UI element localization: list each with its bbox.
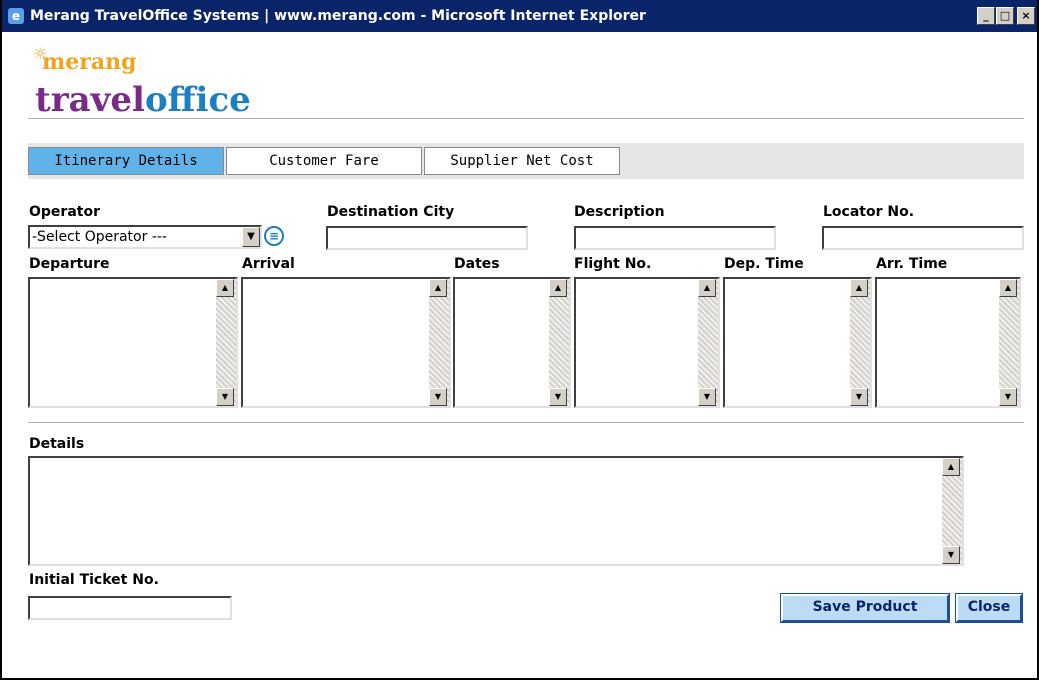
window-title: Merang TravelOffice Systems | www.merang…	[30, 8, 646, 24]
save-product-button[interactable]: Save Product	[780, 593, 950, 623]
chevron-down-icon[interactable]: ▼	[242, 227, 260, 247]
locator-no-input[interactable]	[822, 226, 1024, 250]
initial-ticket-no-input[interactable]	[28, 596, 232, 620]
logo-office: office	[144, 80, 251, 120]
minimize-button[interactable]: _	[977, 7, 995, 25]
tab-itinerary-details[interactable]: Itinerary Details	[28, 147, 224, 175]
scrollbar[interactable]: ▲ ▼	[698, 279, 718, 406]
scroll-down-icon[interactable]: ▼	[999, 388, 1017, 406]
section-divider	[28, 422, 1024, 423]
tab-supplier-net-cost[interactable]: Supplier Net Cost	[424, 147, 620, 175]
scroll-up-icon[interactable]: ▲	[850, 279, 868, 297]
details-textarea[interactable]: ▲ ▼	[28, 456, 964, 566]
locator-no-label: Locator No.	[823, 204, 915, 220]
scroll-down-icon[interactable]: ▼	[850, 388, 868, 406]
close-button[interactable]: Close	[955, 593, 1023, 623]
dates-textarea[interactable]: ▲ ▼	[453, 277, 571, 408]
initial-ticket-no-label: Initial Ticket No.	[29, 572, 159, 588]
logo-travel: travel	[35, 80, 145, 120]
destination-city-input[interactable]	[326, 226, 528, 250]
scroll-up-icon[interactable]: ▲	[698, 279, 716, 297]
close-window-button[interactable]: ×	[1017, 7, 1035, 25]
scroll-down-icon[interactable]: ▼	[942, 546, 960, 564]
scroll-up-icon[interactable]: ▲	[942, 458, 960, 476]
operator-selected-value: -Select Operator ---	[32, 229, 167, 245]
operator-label: Operator	[29, 204, 100, 220]
scroll-down-icon[interactable]: ▼	[216, 388, 234, 406]
scroll-up-icon[interactable]: ▲	[429, 279, 447, 297]
arrival-label: Arrival	[242, 256, 295, 272]
scroll-up-icon[interactable]: ▲	[999, 279, 1017, 297]
tab-bar: Itinerary Details Customer Fare Supplier…	[28, 143, 1024, 179]
departure-textarea[interactable]: ▲ ▼	[28, 277, 238, 408]
scroll-down-icon[interactable]: ▼	[549, 388, 567, 406]
scroll-up-icon[interactable]: ▲	[216, 279, 234, 297]
description-input[interactable]	[574, 226, 776, 250]
arr-time-label: Arr. Time	[876, 256, 948, 272]
browser-window: e Merang TravelOffice Systems | www.mera…	[0, 0, 1039, 680]
ie-icon: e	[8, 8, 24, 24]
scroll-up-icon[interactable]: ▲	[549, 279, 567, 297]
scroll-down-icon[interactable]: ▼	[429, 388, 447, 406]
destination-city-label: Destination City	[327, 204, 455, 220]
title-bar: e Merang TravelOffice Systems | www.mera…	[2, 0, 1037, 32]
dep-time-textarea[interactable]: ▲ ▼	[723, 277, 872, 408]
scrollbar[interactable]: ▲ ▼	[549, 279, 569, 406]
operator-select[interactable]: -Select Operator --- ▼	[28, 225, 262, 249]
details-label: Details	[29, 436, 85, 452]
arrival-textarea[interactable]: ▲ ▼	[241, 277, 451, 408]
scrollbar[interactable]: ▲ ▼	[216, 279, 236, 406]
scroll-down-icon[interactable]: ▼	[698, 388, 716, 406]
dates-label: Dates	[454, 256, 500, 272]
maximize-button[interactable]: □	[996, 7, 1014, 25]
header-divider	[28, 118, 1024, 119]
logo-merang: merang	[42, 49, 137, 75]
scrollbar[interactable]: ▲ ▼	[942, 458, 962, 564]
flight-no-textarea[interactable]: ▲ ▼	[574, 277, 720, 408]
departure-label: Departure	[29, 256, 110, 272]
tab-customer-fare[interactable]: Customer Fare	[226, 147, 422, 175]
dep-time-label: Dep. Time	[724, 256, 804, 272]
scrollbar[interactable]: ▲ ▼	[429, 279, 449, 406]
arr-time-textarea[interactable]: ▲ ▼	[875, 277, 1021, 408]
logo-traveloffice: traveloffice	[35, 76, 251, 124]
flight-no-label: Flight No.	[574, 256, 652, 272]
scrollbar[interactable]: ▲ ▼	[850, 279, 870, 406]
description-label: Description	[574, 204, 665, 220]
scrollbar[interactable]: ▲ ▼	[999, 279, 1019, 406]
lookup-bubble-icon[interactable]: ≡	[264, 226, 284, 246]
